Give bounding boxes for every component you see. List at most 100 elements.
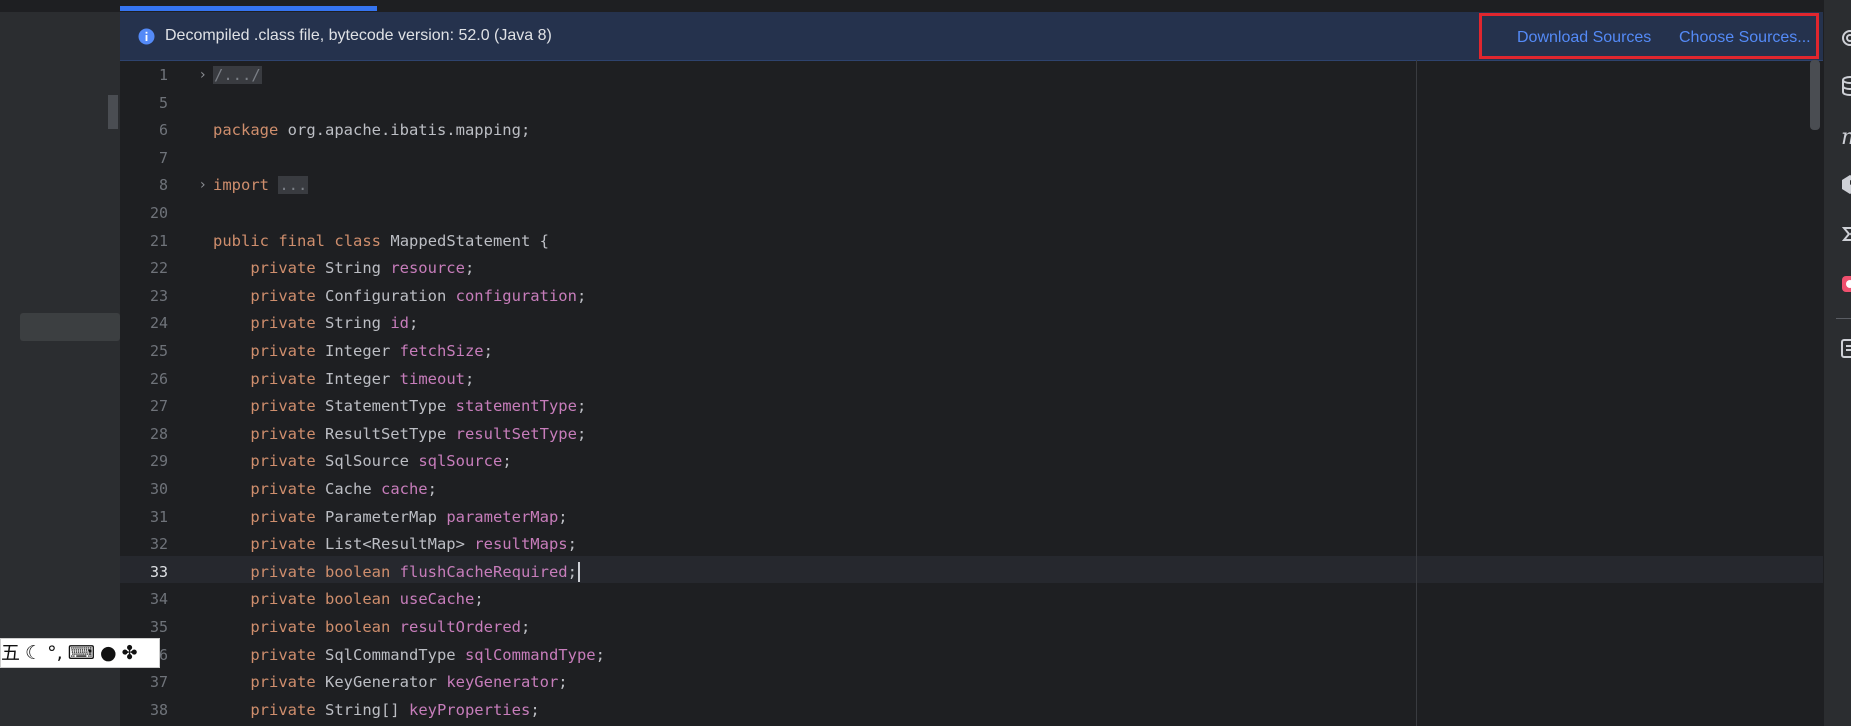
line-number[interactable]: 21 bbox=[120, 228, 168, 255]
folded-region-placeholder[interactable]: /.../ bbox=[213, 66, 262, 84]
code-line[interactable]: private Integer timeout; bbox=[213, 366, 474, 393]
line-number[interactable]: 29 bbox=[120, 448, 168, 475]
code-line[interactable]: private String[] keyProperties; bbox=[213, 697, 540, 724]
line-number[interactable]: 22 bbox=[120, 255, 168, 282]
line-number[interactable]: 8 bbox=[120, 172, 168, 199]
code-token: configuration bbox=[455, 286, 577, 305]
code-token: cache bbox=[380, 480, 428, 498]
code-line[interactable]: public final class MappedStatement { bbox=[213, 228, 549, 255]
code-line[interactable]: private SqlCommandType sqlCommandType; bbox=[213, 642, 605, 669]
line-number-gutter[interactable]: 1 › 5 6 7 8 › 20 21 22 23 24 25 26 27 28 29 30 31 32 33 34 35 3… bbox=[120, 60, 212, 726]
ime-punctuation-icon[interactable]: °, bbox=[47, 639, 63, 667]
code-token: parameterMap bbox=[446, 507, 559, 526]
code-line[interactable]: /.../ bbox=[213, 62, 262, 89]
code-line[interactable]: import ... bbox=[213, 172, 309, 199]
line-number[interactable]: 25 bbox=[120, 338, 168, 365]
code-token: KeyGenerator bbox=[315, 673, 447, 692]
code-editor[interactable]: Decompiled .class file, bytecode version… bbox=[120, 0, 1823, 726]
code-line[interactable]: private ResultSetType resultSetType; bbox=[213, 421, 586, 448]
code-line[interactable]: private Cache cache; bbox=[213, 476, 437, 503]
code-token: Cache bbox=[315, 480, 381, 498]
code-token: public bbox=[213, 231, 269, 250]
line-number[interactable]: 33 bbox=[120, 559, 168, 586]
code-token: String bbox=[315, 314, 391, 333]
editor-vertical-scrollbar[interactable] bbox=[1810, 60, 1820, 130]
code-token: package bbox=[213, 121, 279, 140]
maven-icon[interactable]: m bbox=[1838, 124, 1851, 148]
line-number[interactable]: 24 bbox=[120, 310, 168, 337]
code-line[interactable]: private Configuration configuration; bbox=[213, 283, 586, 310]
code-token: MappedStatement { bbox=[381, 231, 550, 250]
code-token: resultOrdered bbox=[399, 618, 521, 636]
code-line[interactable]: private boolean resultOrdered; bbox=[213, 614, 530, 641]
code-line[interactable]: private boolean flushCacheRequired; bbox=[213, 559, 580, 586]
code-content[interactable]: /.../ package org.apache.ibatis.mapping; i… bbox=[213, 60, 1823, 726]
ime-moon-icon[interactable]: ☾ bbox=[25, 639, 42, 667]
info-icon bbox=[138, 28, 155, 45]
line-number[interactable]: 31 bbox=[120, 504, 168, 531]
code-token: SqlSource bbox=[315, 452, 419, 471]
code-line[interactable]: private StatementType statementType; bbox=[213, 393, 586, 420]
line-number[interactable]: 27 bbox=[120, 393, 168, 420]
line-number[interactable]: 26 bbox=[120, 366, 168, 393]
code-line[interactable]: private List<ResultMap> resultMaps; bbox=[213, 531, 577, 558]
line-number[interactable]: 34 bbox=[120, 586, 168, 613]
event-log-icon[interactable] bbox=[1838, 336, 1851, 360]
line-number[interactable]: 37 bbox=[120, 669, 168, 696]
line-number[interactable]: 23 bbox=[120, 283, 168, 310]
code-line[interactable]: package org.apache.ibatis.mapping; bbox=[213, 117, 530, 144]
notification-message: Decompiled .class file, bytecode version… bbox=[165, 27, 552, 44]
line-number[interactable]: 6 bbox=[120, 117, 168, 144]
line-number[interactable]: 7 bbox=[120, 145, 168, 172]
right-margin-guide bbox=[1416, 60, 1417, 726]
code-line[interactable]: private String resource; bbox=[213, 255, 474, 282]
code-line[interactable]: private SqlSource sqlSource; bbox=[213, 448, 511, 475]
line-number[interactable]: 20 bbox=[120, 200, 168, 227]
code-token: ; bbox=[530, 700, 540, 719]
code-line[interactable]: private Integer fetchSize; bbox=[213, 338, 493, 365]
plugin-icon[interactable] bbox=[1838, 272, 1851, 296]
fold-chevron-icon[interactable]: › bbox=[200, 172, 210, 199]
download-sources-link[interactable]: Download Sources bbox=[1517, 28, 1651, 48]
code-token: StatementType bbox=[315, 397, 456, 416]
code-line[interactable]: private boolean useCache; bbox=[213, 586, 484, 613]
ime-apps-icon[interactable]: ✤ bbox=[122, 639, 138, 667]
fold-chevron-icon[interactable]: › bbox=[200, 62, 210, 89]
code-line[interactable]: private ParameterMap parameterMap; bbox=[213, 504, 567, 531]
code-token: ; bbox=[521, 618, 531, 636]
code-token: ResultSetType bbox=[315, 424, 456, 443]
line-number[interactable]: 28 bbox=[120, 421, 168, 448]
line-number[interactable]: 1 bbox=[120, 62, 168, 89]
ime-toolbar[interactable]: 五 ☾ °, ⌨ ● ✤ bbox=[0, 638, 160, 668]
line-number[interactable]: 38 bbox=[120, 697, 168, 724]
svg-text:m: m bbox=[1841, 125, 1851, 148]
ime-keyboard-icon[interactable]: ⌨ bbox=[68, 639, 95, 667]
ai-assistant-icon[interactable] bbox=[1838, 222, 1851, 246]
left-panel-search-field[interactable] bbox=[20, 313, 120, 341]
code-token: org.apache.ibatis.mapping; bbox=[278, 121, 531, 140]
line-number[interactable]: 32 bbox=[120, 531, 168, 558]
code-token: final bbox=[278, 231, 326, 250]
code-token: import bbox=[213, 176, 269, 195]
database-icon[interactable] bbox=[1838, 74, 1851, 98]
folded-region-placeholder[interactable]: ... bbox=[278, 176, 309, 195]
ime-mode-wubi[interactable]: 五 bbox=[1, 639, 20, 667]
left-panel-scrollbar[interactable] bbox=[108, 95, 118, 129]
toolbar-separator bbox=[1836, 318, 1851, 319]
code-line[interactable]: private KeyGenerator keyGenerator; bbox=[213, 669, 567, 696]
code-token: ; bbox=[474, 590, 484, 609]
gradle-icon[interactable] bbox=[1838, 172, 1851, 196]
choose-sources-link[interactable]: Choose Sources... bbox=[1679, 28, 1811, 48]
code-line[interactable]: private String id; bbox=[213, 310, 418, 337]
ime-user-icon[interactable]: ● bbox=[100, 639, 117, 667]
code-token: sqlSource bbox=[418, 452, 503, 471]
line-number[interactable]: 35 bbox=[120, 614, 168, 641]
code-token: timeout bbox=[399, 369, 465, 388]
notifications-icon[interactable] bbox=[1838, 26, 1851, 50]
line-number[interactable]: 5 bbox=[120, 90, 168, 117]
line-number[interactable]: 30 bbox=[120, 476, 168, 503]
code-token: sqlCommandType bbox=[464, 645, 596, 664]
